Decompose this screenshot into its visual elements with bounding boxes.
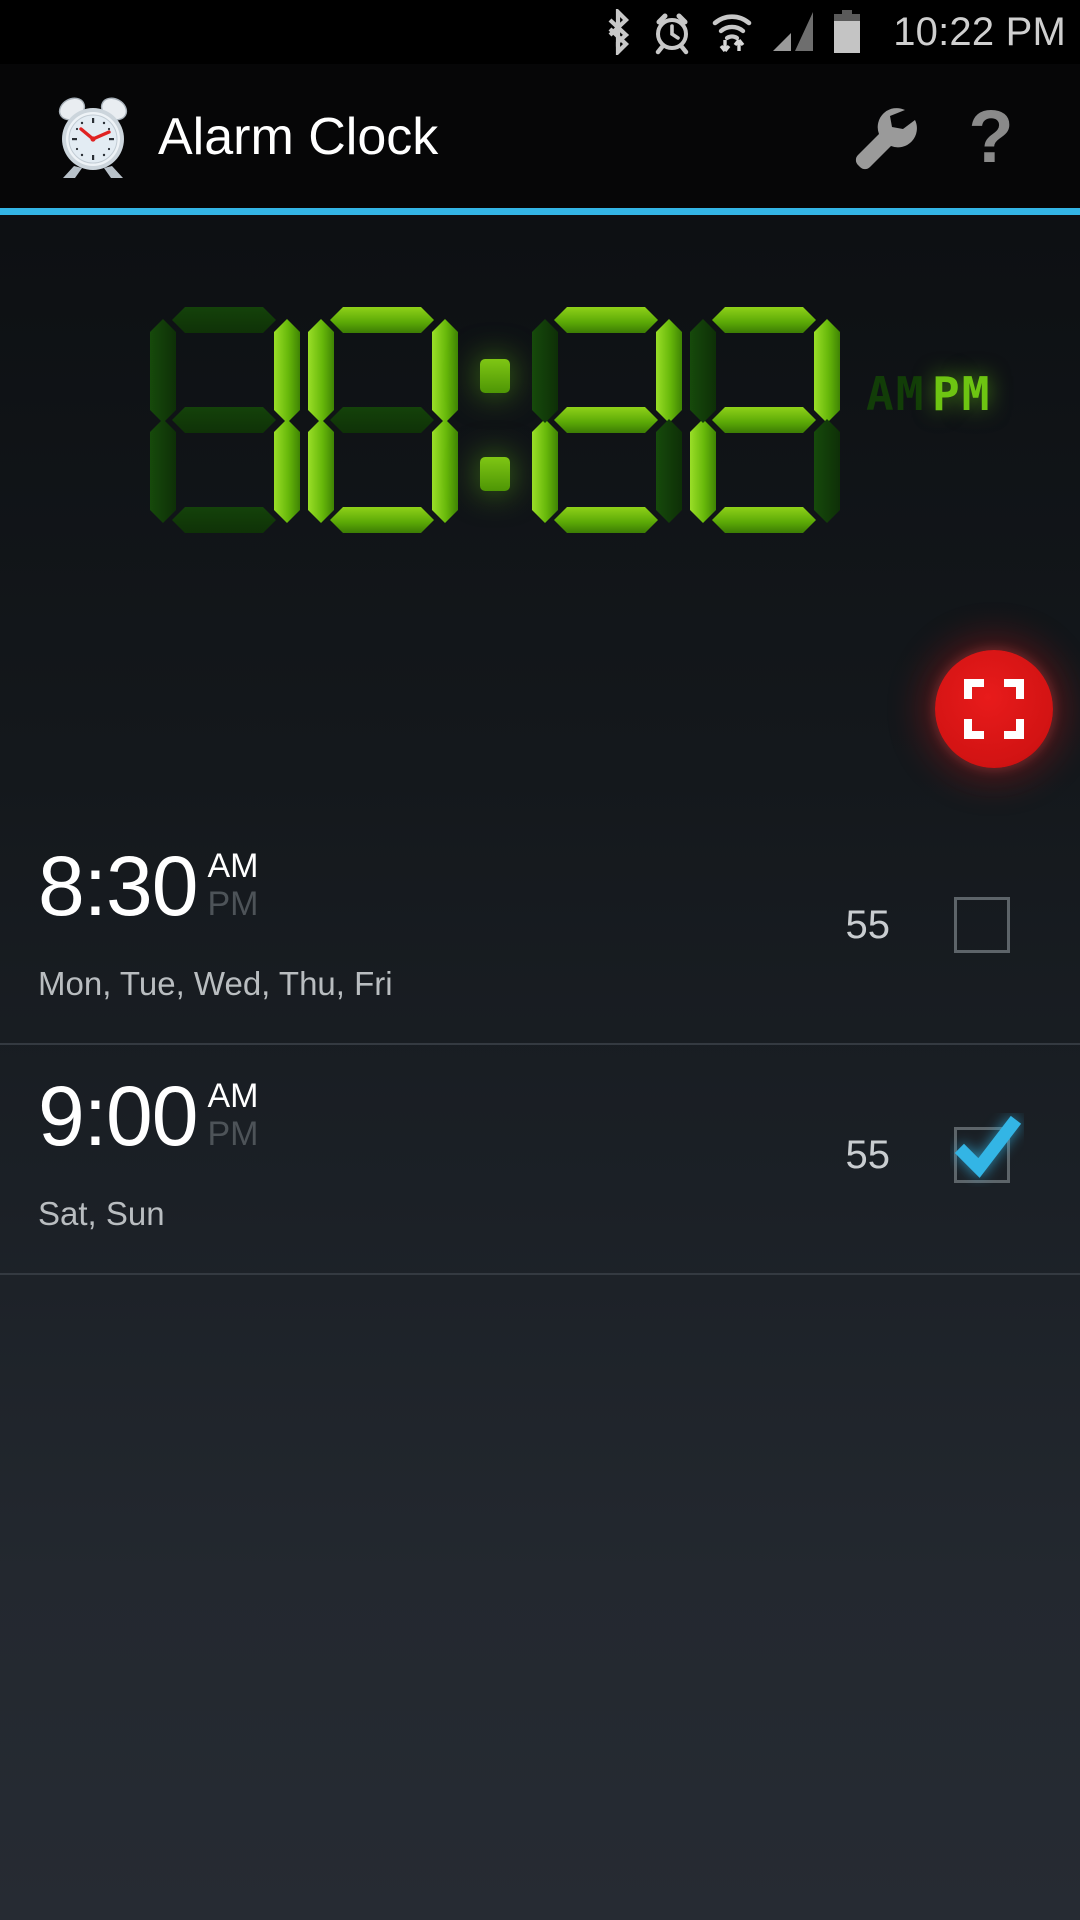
alarm-list-item[interactable]: 8:30 AM PM Mon, Tue, Wed, Thu, Fri 55 <box>0 815 1080 1045</box>
status-bar-icons: 10:22 PM <box>601 9 1066 55</box>
status-bar-clock: 10:22 PM <box>893 9 1066 54</box>
led-meridiem-am: AM <box>866 367 926 421</box>
segment-d <box>330 507 434 533</box>
alarm-set-icon <box>655 13 689 55</box>
segment-e <box>690 419 716 523</box>
segment-b <box>274 319 300 423</box>
accent-divider <box>0 208 1080 215</box>
alarm-clock-app: 10:22 PM Alarm Clock ? AM PM 8:30 AM PM … <box>0 0 1080 1920</box>
alarm-time: 8:30 <box>38 839 198 933</box>
alarm-label: 55 <box>845 903 891 947</box>
question-mark-icon: ? <box>968 95 1014 178</box>
segment-b <box>656 319 682 423</box>
colon-dot-bottom <box>480 457 510 491</box>
alarm-repeat-days: Mon, Tue, Wed, Thu, Fri <box>38 965 393 1002</box>
segment-a <box>330 307 434 333</box>
alarm-meridiem-pm: PM <box>207 1115 259 1153</box>
segment-d <box>172 507 276 533</box>
alarm-label: 55 <box>845 1133 891 1177</box>
segment-e <box>308 419 334 523</box>
led-clock-digits: AM PM <box>150 305 996 535</box>
led-digit-hour-tens <box>150 305 300 535</box>
alarm-repeat-days: Sat, Sun <box>38 1195 165 1232</box>
segment-f <box>532 319 558 423</box>
alarm-time: 9:00 <box>38 1069 198 1163</box>
segment-b <box>814 319 840 423</box>
segment-d <box>712 507 816 533</box>
cellular-signal-icon <box>773 12 814 51</box>
segment-g <box>554 407 658 433</box>
checkbox-box <box>954 897 1010 953</box>
segment-e <box>532 419 558 523</box>
alarm-meridiem-pm: PM <box>207 885 259 923</box>
led-meridiem-pm: PM <box>932 367 992 421</box>
wifi-icon <box>712 14 752 53</box>
wrench-icon <box>855 108 917 170</box>
alarm-meridiem-am: AM <box>207 847 259 885</box>
status-bar: 10:22 PM <box>0 0 1080 64</box>
segment-a <box>712 307 816 333</box>
alarm-list-item[interactable]: 9:00 AM PM Sat, Sun 55 <box>0 1045 1080 1275</box>
checkmark-icon <box>954 1115 1022 1178</box>
segment-c <box>432 419 458 523</box>
bluetooth-icon <box>608 9 630 55</box>
alarm-clock-logo-icon <box>58 97 128 178</box>
colon-dot-top <box>480 359 510 393</box>
alarm-meridiem-am: AM <box>207 1077 259 1115</box>
segment-f <box>690 319 716 423</box>
page-title: Alarm Clock <box>158 108 439 166</box>
app-bar: Alarm Clock ? <box>0 64 1080 210</box>
fullscreen-expand-icon <box>964 679 1024 739</box>
led-colon-separator <box>466 305 524 535</box>
segment-f <box>308 319 334 423</box>
alarm-meridiem-group: AM PM <box>208 849 259 921</box>
settings-button[interactable] <box>826 82 936 192</box>
alarm-meridiem-group: AM PM <box>208 1079 259 1151</box>
segment-g <box>330 407 434 433</box>
alarm-time-group: 9:00 AM PM <box>38 1069 259 1163</box>
battery-icon <box>834 10 861 53</box>
fullscreen-button[interactable] <box>935 650 1053 768</box>
alarm-time-group: 8:30 AM PM <box>38 839 259 933</box>
help-button[interactable]: ? <box>936 82 1046 192</box>
segment-c <box>814 419 840 523</box>
led-meridiem-group: AM PM <box>866 305 996 535</box>
segment-f <box>150 319 176 423</box>
led-digit-minute-ones <box>690 305 840 535</box>
segment-a <box>172 307 276 333</box>
segment-c <box>656 419 682 523</box>
alarm-list: 8:30 AM PM Mon, Tue, Wed, Thu, Fri 55 9:… <box>0 815 1080 1275</box>
segment-e <box>150 419 176 523</box>
alarm-enable-checkbox[interactable] <box>954 897 1010 953</box>
segment-a <box>554 307 658 333</box>
segment-c <box>274 419 300 523</box>
led-digit-minute-tens <box>532 305 682 535</box>
segment-d <box>554 507 658 533</box>
alarm-enable-checkbox[interactable] <box>954 1115 1022 1183</box>
segment-g <box>712 407 816 433</box>
led-digit-hour-ones <box>308 305 458 535</box>
segment-b <box>432 319 458 423</box>
segment-g <box>172 407 276 433</box>
led-clock-display[interactable]: AM PM <box>0 215 1080 800</box>
